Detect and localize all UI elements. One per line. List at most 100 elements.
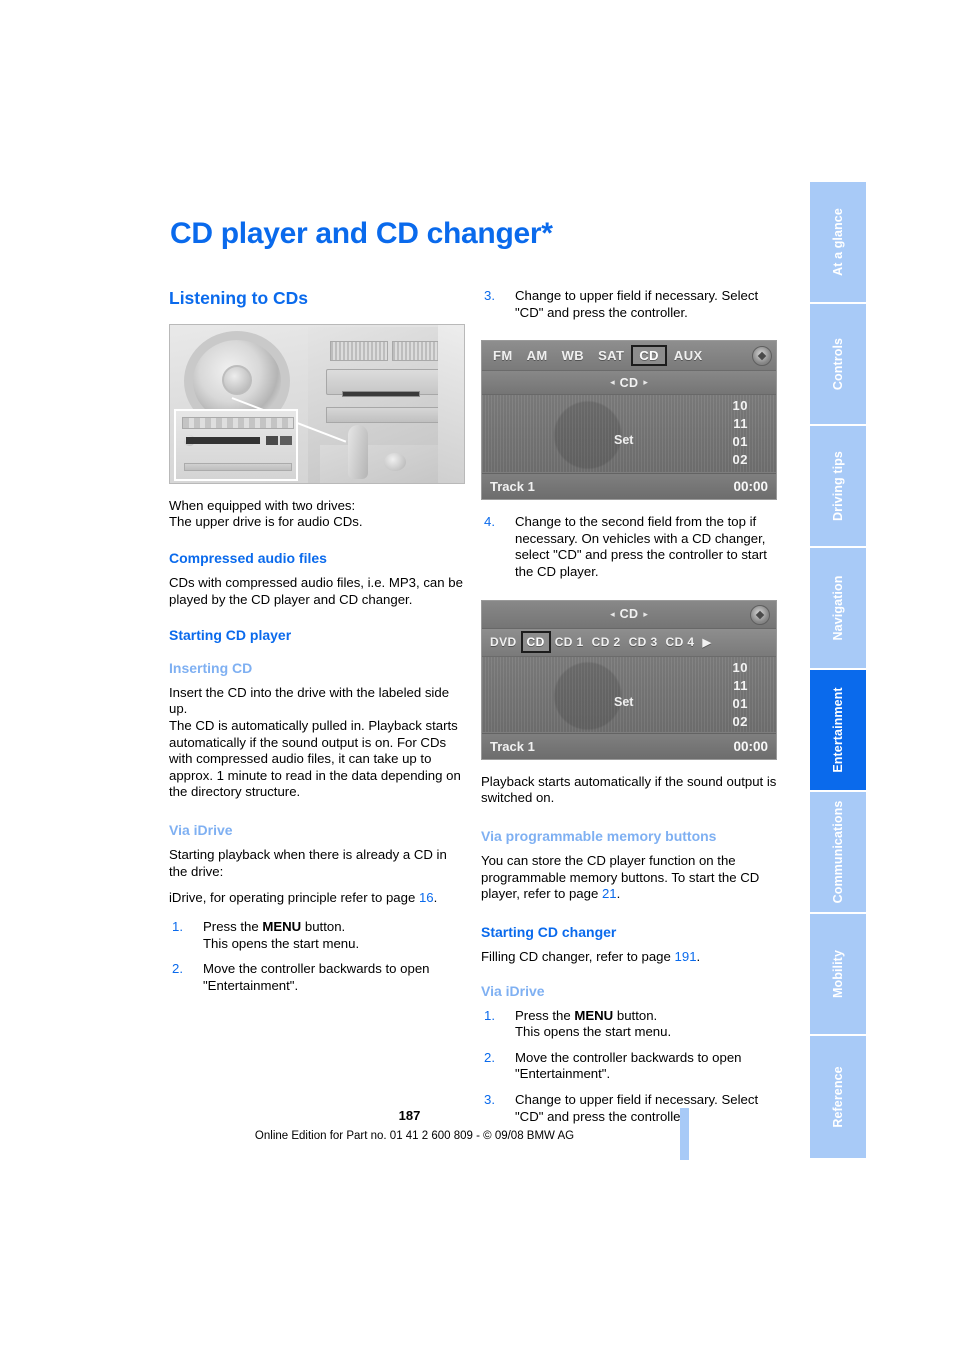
track-number: 11 [733,677,748,693]
air-vent-icon [392,340,442,361]
sidebar-tab-navigation[interactable]: Navigation [810,548,866,670]
source-button-am[interactable]: AM [520,346,555,365]
compass-icon[interactable] [752,345,772,366]
idrive-stage: Set 10 11 01 02 [482,656,776,732]
list-item: 2. Move the controller backwards to open… [481,1050,777,1083]
step-text-pre: Press the [515,1007,575,1023]
disc-button-cd-selected[interactable]: CD [520,631,551,654]
second-field-label: CD [619,375,639,390]
header-field-label: CD [619,607,639,622]
sidebar-tab-controls[interactable]: Controls [810,304,866,426]
intro-text-line-1: When equipped with two drives: [169,497,356,513]
left-column: Listening to CDs UN [169,288,465,1003]
door-panel [438,324,464,483]
disc-button-dvd[interactable]: DVD [486,633,521,651]
disc-button-cd2[interactable]: CD 2 [588,633,625,651]
source-button-cd-selected[interactable]: CD [631,345,667,367]
step-text-line2: "CD" and press the controller. [515,304,688,320]
idrive-display-cd-changer: ◂ CD ▸ DVD CD CD 1 CD 2 CD 3 CD 4 ▶ Set … [481,599,777,760]
chevron-left-icon[interactable]: ◂ [610,377,615,388]
chevron-right-icon[interactable]: ▸ [643,609,648,620]
left-steps-list: 1. Press the MENU button. This opens the… [169,919,465,994]
sidebar-tab-label: Navigation [831,575,845,641]
disc-button-cd4[interactable]: CD 4 [662,633,699,651]
sidebar-tab-entertainment[interactable]: Entertainment [810,670,866,792]
list-item: 1. Press the MENU button. This opens the… [169,919,465,952]
chevron-right-icon[interactable]: ▸ [643,377,648,388]
step-number: 3. [484,1092,495,1108]
step-text-line1: Change to upper field if necessary. Sele… [515,288,759,303]
track-number-column: 10 11 01 02 [733,397,748,469]
changer-body-pre: Filling CD changer, refer to page [481,948,675,964]
source-button-sat[interactable]: SAT [591,346,631,365]
sidebar-tab-mobility[interactable]: Mobility [810,914,866,1036]
idrive-display-source-list: FM AM WB SAT CD AUX ◂ CD ▸ Set 10 11 01 [481,340,777,501]
track-number-column: 10 11 01 02 [733,659,748,731]
sidebar-tab-driving-tips[interactable]: Driving tips [810,426,866,548]
track-number: 11 [733,416,748,432]
page-reference-191[interactable]: 191 [675,949,697,964]
heading-via-idrive-player: Via iDrive [169,821,233,838]
section-tab-rail: At a glance Controls Driving tips Naviga… [810,182,866,1158]
heading-compressed-audio-files: Compressed audio files [169,550,327,567]
source-button-fm[interactable]: FM [486,346,520,365]
step-text-post: button. [613,1007,658,1023]
bmw-logo [222,364,252,395]
step-text-pre: Move the controller backwards to open [203,961,430,977]
idrive-header-field[interactable]: ◂ CD ▸ [482,600,776,629]
idrive-second-field[interactable]: ◂ CD ▸ [482,371,776,396]
step-text-line2: necessary. On vehicles with a CD changer… [515,530,766,546]
via-idrive-body-1: Starting playback when there is already … [169,847,447,879]
inserting-cd-body-1: Insert the CD into the drive with the la… [169,684,450,717]
track-number: 01 [732,434,748,450]
set-label[interactable]: Set [614,433,633,447]
next-arrow-icon[interactable]: ▶ [699,634,716,651]
disc-button-cd1[interactable]: CD 1 [551,633,588,651]
step-number: 1. [172,918,183,934]
page-reference-16[interactable]: 16 [419,890,434,905]
memory-body-post: . [616,886,621,902]
chevron-left-icon[interactable]: ◂ [610,609,615,620]
page-number: 187 [398,1108,421,1123]
sidebar-tab-communications[interactable]: Communications [810,792,866,914]
step-text-line4: the CD player. [515,563,599,579]
disc-button-cd3[interactable]: CD 3 [625,633,662,651]
step-number: 2. [484,1049,495,1065]
sidebar-tab-label: At a glance [831,208,845,276]
right-column: 3. Change to upper field if necessary. S… [481,288,777,1134]
list-item: 2. Move the controller backwards to open… [169,961,465,994]
inset-button-row [182,416,294,429]
inserting-cd-body-2: The CD is automatically pulled in. Playb… [169,718,461,800]
inset-display-chip [280,435,292,445]
track-number: 10 [732,659,748,675]
idrive-status-bar: Track 1 00:00 [482,473,776,500]
sidebar-tab-at-a-glance[interactable]: At a glance [810,182,866,304]
page-reference-21[interactable]: 21 [602,886,617,901]
heading-starting-cd-player: Starting CD player [169,627,292,644]
idrive-source-bar: FM AM WB SAT CD AUX [482,341,776,372]
step-text-pre: Move the controller backwards to open [515,1049,742,1065]
set-label[interactable]: Set [614,695,633,709]
step-text-line3: select "CD" and press the controller to … [515,547,767,563]
footer-edge-marker [680,1108,689,1160]
heading-inserting-cd: Inserting CD [169,659,253,676]
memory-buttons-body: You can store the CD player function on … [481,853,777,903]
step-number: 3. [484,288,495,303]
list-item: 4. Change to the second field from the t… [481,514,777,580]
sidebar-tab-label: Communications [831,800,845,904]
idrive-status-bar: Track 1 00:00 [482,732,776,759]
compass-icon[interactable] [750,604,770,625]
sidebar-tab-label: Driving tips [831,451,845,521]
section-heading-listening-to-cds: Listening to CDs [169,288,309,308]
footer-text: Online Edition for Part no. 01 41 2 600 … [254,1130,575,1142]
step-text-post: button. [301,918,346,934]
source-button-aux[interactable]: AUX [667,346,710,365]
via-idrive-body-2: iDrive, for operating principle refer to… [169,890,465,907]
heading-starting-cd-changer: Starting CD changer [481,923,617,940]
step-text-pre: Press the [203,918,263,934]
source-button-wb[interactable]: WB [555,346,591,365]
step-text-pre: Change to upper field if necessary. Sele… [515,1092,759,1108]
track-number: 02 [732,452,748,468]
inset-cd-slot [186,436,260,444]
intro-text-line-2: The upper drive is for audio CDs. [169,514,363,530]
